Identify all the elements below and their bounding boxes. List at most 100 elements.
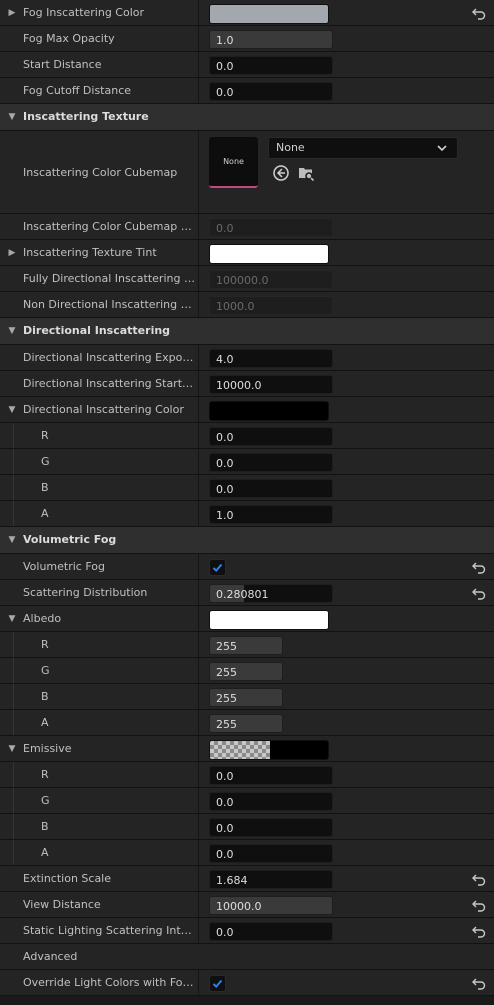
- expand-arrow-icon[interactable]: ▶: [7, 240, 17, 266]
- albedo-r-input[interactable]: 255: [209, 636, 283, 655]
- row-advanced[interactable]: Advanced: [0, 944, 494, 970]
- fog-max-opacity-input[interactable]: 1.0: [209, 30, 333, 49]
- row-fog-max-opacity: Fog Max Opacity 1.0: [0, 26, 494, 52]
- browse-back-icon[interactable]: [272, 164, 290, 182]
- channel-label: A: [41, 846, 49, 859]
- row-albedo-g: G 255: [0, 658, 494, 684]
- row-static-lighting: Static Lighting Scattering Intensi... 0.…: [0, 918, 494, 944]
- override-light-checkbox[interactable]: [209, 975, 226, 992]
- property-label: Volumetric Fog: [23, 560, 105, 573]
- chevron-down-icon: [437, 145, 447, 152]
- row-volumetric-fog: Volumetric Fog: [0, 554, 494, 580]
- scattering-distribution-slider[interactable]: 0.280801: [209, 584, 333, 603]
- emissive-b-input[interactable]: 0.0: [209, 818, 333, 837]
- advanced-toggle[interactable]: Advanced: [23, 944, 195, 970]
- cubemap-asset-dropdown[interactable]: None: [268, 137, 458, 159]
- dir-a-input[interactable]: 1.0: [209, 505, 333, 524]
- emissive-r-input[interactable]: 0.0: [209, 766, 333, 785]
- row-albedo-b: B 255: [0, 684, 494, 710]
- property-label: Directional Inscattering Start Dis...: [23, 377, 195, 390]
- dir-start-distance-input[interactable]: 10000.0: [209, 375, 333, 394]
- row-fog-cutoff-distance: Fog Cutoff Distance 0.0: [0, 78, 494, 104]
- collapse-arrow-icon[interactable]: ▼: [7, 527, 17, 553]
- static-lighting-input[interactable]: 0.0: [209, 922, 333, 941]
- find-in-browser-icon[interactable]: [297, 164, 315, 182]
- property-label: Static Lighting Scattering Intensi...: [23, 924, 195, 937]
- channel-label: G: [41, 455, 50, 468]
- property-label: Directional Inscattering Color: [23, 403, 184, 416]
- fog-cutoff-distance-input[interactable]: 0.0: [209, 82, 333, 101]
- section-directional-inscattering[interactable]: ▼ Directional Inscattering: [0, 318, 494, 345]
- color-swatch-emissive[interactable]: [209, 740, 329, 760]
- section-inscattering-texture[interactable]: ▼ Inscattering Texture: [0, 104, 494, 131]
- property-label: Fog Inscattering Color: [23, 6, 145, 19]
- collapse-arrow-icon[interactable]: ▼: [7, 736, 17, 762]
- property-label: Albedo: [23, 612, 62, 625]
- row-non-directional: Non Directional Inscattering Colo... 100…: [0, 292, 494, 318]
- emissive-a-input[interactable]: 0.0: [209, 844, 333, 863]
- property-label: Inscattering Color Cubemap: [23, 166, 178, 179]
- section-title: Volumetric Fog: [23, 533, 117, 546]
- channel-label: G: [41, 794, 50, 807]
- reset-to-default-icon[interactable]: [472, 976, 486, 990]
- property-label: Start Distance: [23, 58, 102, 71]
- dir-exponent-input[interactable]: 4.0: [209, 349, 333, 368]
- row-dir-b: B 0.0: [0, 475, 494, 501]
- collapse-arrow-icon[interactable]: ▼: [7, 397, 17, 423]
- color-swatch-texture-tint[interactable]: [209, 244, 329, 264]
- emissive-g-input[interactable]: 0.0: [209, 792, 333, 811]
- collapse-arrow-icon[interactable]: ▼: [7, 606, 17, 632]
- reset-to-default-icon[interactable]: [472, 872, 486, 886]
- row-dir-a: A 1.0: [0, 501, 494, 527]
- section-title: Inscattering Texture: [23, 110, 149, 123]
- collapse-arrow-icon[interactable]: ▼: [7, 318, 17, 344]
- color-swatch-fog-inscattering[interactable]: [209, 4, 329, 24]
- row-dir-exponent: Directional Inscattering Exponent 4.0: [0, 345, 494, 371]
- start-distance-input[interactable]: 0.0: [209, 56, 333, 75]
- row-emissive-r: R 0.0: [0, 762, 494, 788]
- row-emissive: ▼ Emissive: [0, 736, 494, 762]
- fully-directional-input[interactable]: 100000.0: [209, 270, 333, 289]
- reset-to-default-icon[interactable]: [472, 898, 486, 912]
- albedo-g-input[interactable]: 255: [209, 662, 283, 681]
- reset-to-default-icon[interactable]: [472, 924, 486, 938]
- checkmark-icon: [212, 979, 223, 989]
- collapse-arrow-icon[interactable]: ▼: [7, 104, 17, 130]
- reset-to-default-icon[interactable]: [472, 6, 486, 20]
- row-scattering-distribution: Scattering Distribution 0.280801: [0, 580, 494, 606]
- property-label: Inscattering Color Cubemap Angle: [23, 220, 195, 233]
- channel-label: B: [41, 481, 49, 494]
- row-dir-r: R 0.0: [0, 423, 494, 449]
- albedo-b-input[interactable]: 255: [209, 688, 283, 707]
- property-label: Scattering Distribution: [23, 586, 148, 599]
- property-label: Emissive: [23, 742, 72, 755]
- property-label: Inscattering Texture Tint: [23, 246, 157, 259]
- dir-b-input[interactable]: 0.0: [209, 479, 333, 498]
- cubemap-angle-input[interactable]: 0.0: [209, 218, 333, 237]
- color-swatch-dir-color[interactable]: [209, 401, 329, 421]
- row-fog-inscattering-color: ▶ Fog Inscattering Color: [0, 0, 494, 26]
- extinction-scale-input[interactable]: 1.684: [209, 870, 333, 889]
- cubemap-thumbnail[interactable]: None: [209, 137, 258, 188]
- color-swatch-albedo[interactable]: [209, 610, 329, 630]
- row-albedo: ▼ Albedo: [0, 606, 494, 632]
- non-directional-input[interactable]: 1000.0: [209, 296, 333, 315]
- volumetric-fog-checkbox[interactable]: [209, 559, 226, 576]
- row-extinction-scale: Extinction Scale 1.684: [0, 866, 494, 892]
- row-emissive-b: B 0.0: [0, 814, 494, 840]
- section-volumetric-fog[interactable]: ▼ Volumetric Fog: [0, 527, 494, 554]
- details-panel: ▶ Fog Inscattering Color Fog Max Opacity…: [0, 0, 494, 996]
- dir-g-input[interactable]: 0.0: [209, 453, 333, 472]
- channel-label: R: [41, 638, 49, 651]
- view-distance-input[interactable]: 10000.0: [209, 896, 333, 915]
- reset-to-default-icon[interactable]: [472, 586, 486, 600]
- row-inscattering-color-cubemap: Inscattering Color Cubemap None None: [0, 131, 494, 214]
- reset-to-default-icon[interactable]: [472, 560, 486, 574]
- alpha-checker: [210, 741, 270, 759]
- row-emissive-a: A 0.0: [0, 840, 494, 866]
- expand-arrow-icon[interactable]: ▶: [7, 0, 17, 26]
- row-start-distance: Start Distance 0.0: [0, 52, 494, 78]
- dir-r-input[interactable]: 0.0: [209, 427, 333, 446]
- albedo-a-input[interactable]: 255: [209, 714, 283, 733]
- channel-label: B: [41, 690, 49, 703]
